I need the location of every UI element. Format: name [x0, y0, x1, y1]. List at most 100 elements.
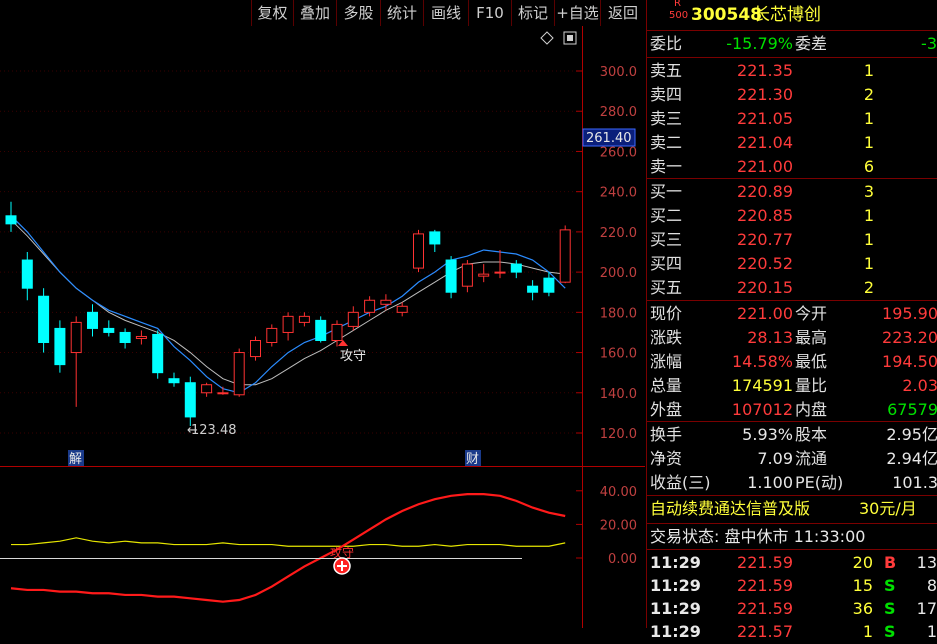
candlestick[interactable] — [282, 312, 294, 341]
candlestick[interactable] — [429, 229, 441, 252]
back-button[interactable]: 返回 — [600, 0, 645, 26]
bid-price: 220.52 — [737, 254, 793, 273]
candle-body — [152, 333, 164, 374]
overlay-button[interactable]: 叠加 — [293, 0, 336, 26]
tick-side: S — [884, 576, 896, 595]
statistics-button[interactable]: 统计 — [380, 0, 423, 26]
candlestick[interactable] — [217, 386, 229, 395]
candlestick[interactable] — [168, 372, 180, 387]
ask-price: 221.00 — [737, 157, 793, 176]
stat-row[interactable]: 涨幅 14.58% 最低 194.50 — [647, 350, 937, 374]
candlestick[interactable] — [201, 382, 213, 397]
stat-row[interactable]: 涨跌 28.13 最高 223.20 — [647, 326, 937, 350]
candlestick[interactable] — [152, 330, 164, 379]
ask-row[interactable]: 卖五 221.35 1 — [647, 59, 937, 83]
bid-row[interactable]: 买四 220.52 1 — [647, 252, 937, 276]
candlestick[interactable] — [184, 376, 196, 427]
candle-body — [298, 315, 310, 323]
stock-code: 300548 — [691, 5, 762, 25]
stat-row[interactable]: 总量 174591 量比 2.03 — [647, 374, 937, 398]
candlestick[interactable] — [135, 330, 147, 345]
candlestick[interactable] — [445, 256, 457, 299]
sub-axis-label: 40.00 — [600, 485, 637, 500]
candlestick[interactable] — [364, 296, 376, 317]
promo-text[interactable]: 自动续费通达信普及版 — [650, 497, 810, 521]
index-badge-bottom: 500 — [669, 10, 689, 21]
tick-row[interactable]: 11:29 221.59 20 B 13 — [647, 551, 937, 575]
bid-volume: 1 — [863, 206, 874, 225]
bid-row[interactable]: 买三 220.77 1 — [647, 228, 937, 252]
tick-price: 221.59 — [737, 553, 793, 572]
tick-side: S — [884, 622, 896, 641]
promo-banner[interactable]: 自动续费通达信普及版 30元/月 — [647, 497, 937, 521]
tick-row[interactable]: 11:29 221.59 36 S 17 — [647, 597, 937, 621]
candlestick[interactable] — [527, 280, 539, 301]
candlestick[interactable] — [38, 288, 50, 353]
stat2-row[interactable]: 收益(三) 1.100 PE(动) 101.3 — [647, 471, 937, 495]
candle-body — [184, 382, 196, 418]
tick-row[interactable]: 11:29 221.59 15 S 8 — [647, 574, 937, 598]
ask-row[interactable]: 卖三 221.05 1 — [647, 107, 937, 131]
candlestick[interactable] — [494, 249, 506, 279]
stat2-row[interactable]: 净资 7.09 流通 2.94亿 — [647, 447, 937, 471]
candle-body — [413, 233, 424, 269]
stat-label-2: 最低 — [795, 352, 828, 371]
stat-label: 涨跌 — [650, 328, 683, 347]
candlestick[interactable] — [233, 348, 245, 397]
price-axis-label: 140.0 — [600, 387, 637, 402]
candlestick[interactable] — [21, 252, 33, 301]
stat-label-2: 内盘 — [795, 400, 828, 419]
bid-volume: 1 — [863, 254, 874, 273]
stat2-row[interactable]: 换手 5.93% 股本 2.95亿 — [647, 423, 937, 447]
candlestick[interactable] — [461, 260, 473, 293]
candlestick[interactable] — [510, 260, 522, 279]
candlestick[interactable] — [70, 316, 82, 407]
ask-row[interactable]: 卖二 221.04 1 — [647, 131, 937, 155]
f10-button[interactable]: F10 — [468, 0, 511, 26]
fuquan-button[interactable]: 复权 — [251, 0, 293, 26]
candlestick[interactable] — [298, 312, 310, 327]
candle-body — [87, 311, 98, 329]
candlestick[interactable] — [103, 320, 115, 337]
candlestick[interactable] — [119, 328, 131, 349]
unlock-event-marker[interactable]: 解 — [69, 452, 82, 467]
financial-event-marker[interactable]: 财 — [466, 452, 479, 467]
stat2-value: 1.100 — [747, 473, 793, 492]
bid-row[interactable]: 买二 220.85 1 — [647, 204, 937, 228]
stat-row[interactable]: 外盘 107012 内盘 67579 — [647, 398, 937, 422]
candle-body — [217, 392, 229, 395]
stock-header: R 500 300548 长芯博创 — [647, 0, 937, 28]
multi-stock-button[interactable]: 多股 — [336, 0, 380, 26]
ask-row[interactable]: 卖一 221.00 6 — [647, 155, 937, 179]
tick-volume: 15 — [852, 576, 873, 595]
kline-chart[interactable]: 300.0 280.0 260.0 240.0 220.0 200.0 180.0 160.0… — [0, 26, 645, 628]
candlestick[interactable] — [87, 304, 98, 337]
candlestick[interactable] — [478, 264, 490, 283]
maximize-icon[interactable] — [563, 31, 577, 45]
candlestick[interactable] — [413, 229, 424, 273]
candlestick[interactable] — [250, 336, 261, 361]
draw-line-button[interactable]: 画线 — [423, 0, 468, 26]
tick-time: 11:29 — [650, 576, 701, 595]
bid-row[interactable]: 买五 220.15 2 — [647, 276, 937, 300]
candlestick[interactable] — [347, 306, 359, 331]
diamond-icon[interactable] — [540, 31, 554, 45]
stat-row[interactable]: 现价 221.00 今开 195.90 — [647, 302, 937, 326]
bid-volume: 3 — [863, 182, 874, 201]
bid-row[interactable]: 买一 220.89 3 — [647, 180, 937, 204]
tick-row[interactable]: 11:29 221.57 1 S 1 — [647, 620, 937, 644]
stat2-label: 换手 — [650, 425, 683, 444]
mark-button[interactable]: 标记 — [511, 0, 554, 26]
signal-label-main: 攻守 — [340, 349, 366, 364]
candlestick[interactable] — [559, 225, 571, 284]
candlestick[interactable] — [315, 316, 327, 343]
candlestick[interactable] — [54, 320, 66, 373]
stat2-label: 净资 — [650, 449, 683, 468]
candlestick[interactable] — [266, 324, 278, 347]
kline-chart-area[interactable]: 300.0 280.0 260.0 240.0 220.0 200.0 180.0 160.0… — [0, 26, 645, 628]
candle-body — [54, 327, 66, 366]
add-favorite-button[interactable]: +自选 — [554, 0, 600, 26]
promo-price[interactable]: 30元/月 — [859, 497, 917, 521]
candlestick[interactable] — [5, 201, 17, 232]
ask-row[interactable]: 卖四 221.30 2 — [647, 83, 937, 107]
